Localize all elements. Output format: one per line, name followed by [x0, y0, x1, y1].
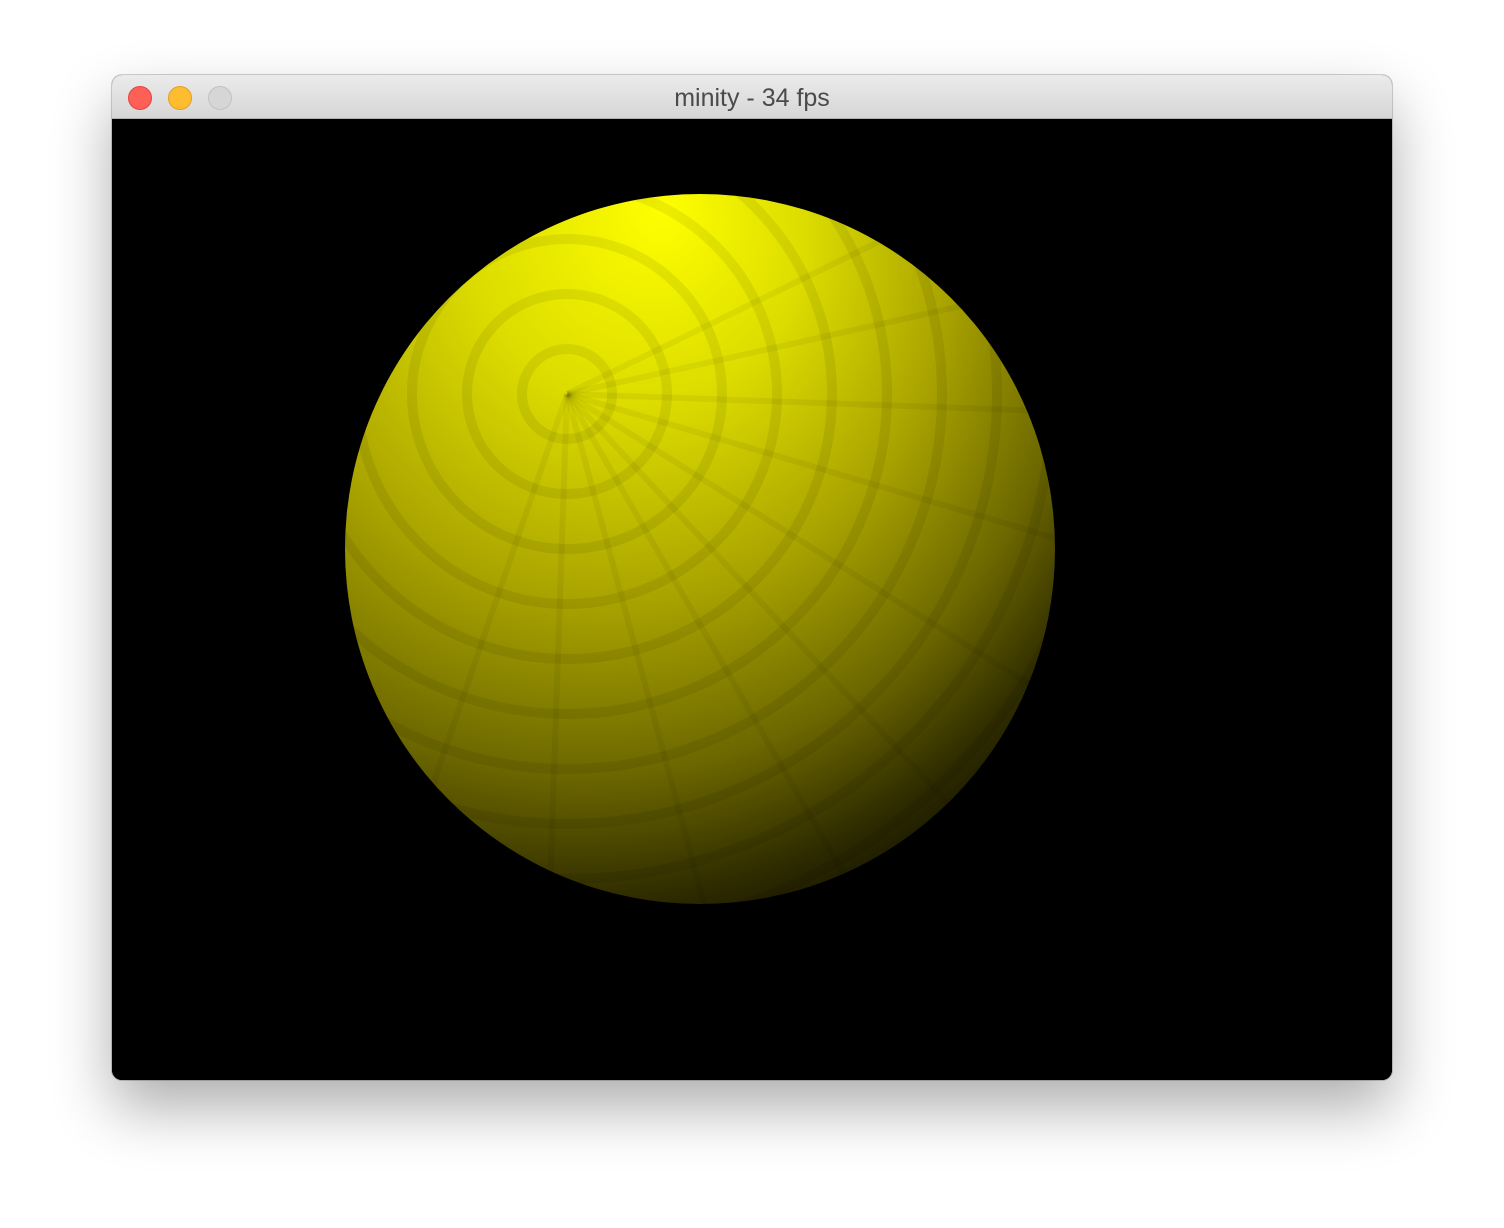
app-window: minity - 34 fps: [112, 75, 1392, 1080]
window-title: minity - 34 fps: [674, 84, 830, 112]
render-viewport[interactable]: [112, 119, 1392, 1080]
title-bar[interactable]: minity - 34 fps: [112, 75, 1392, 119]
scene-canvas: [345, 194, 1055, 904]
yellow-sphere: [345, 194, 1055, 904]
